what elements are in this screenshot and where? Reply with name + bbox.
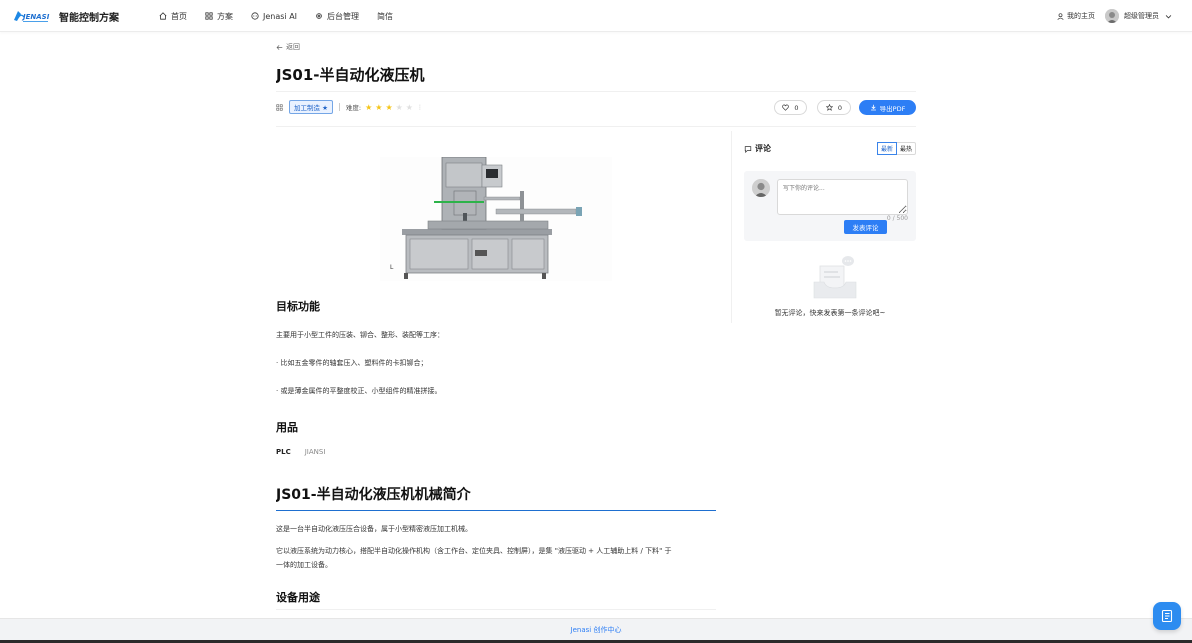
divider <box>276 91 916 92</box>
main-content: 返回 JS01-半自动化液压机 加工制造 ★ 难度: ★ ★ ★ ★ ★ ⋮ 0 0 导… <box>276 32 916 618</box>
tools-list: PLC JIANSI <box>276 448 339 456</box>
category-icon <box>276 103 283 111</box>
star-empty-icon: ★ <box>405 102 413 112</box>
nav-home-label: 首页 <box>171 11 187 21</box>
export-pdf-button[interactable]: 导出PDF <box>859 100 916 115</box>
footer: Jenasi 创作中心 <box>0 618 1192 640</box>
my-home-label: 我的主页 <box>1067 12 1095 20</box>
page-title: JS01-半自动化液压机 <box>276 66 425 84</box>
username[interactable]: 超级管理员 <box>1124 11 1159 21</box>
paragraph: · 比如五金零件的轴套压入、塑料件的卡扣铆合； <box>276 359 428 367</box>
meta-bar: 加工制造 ★ 难度: ★ ★ ★ ★ ★ ⋮ 0 0 导出PDF <box>276 100 916 115</box>
download-icon <box>870 104 876 111</box>
paragraph: 主要用于小型工件的压装、铆合、整形、装配等工序： <box>276 331 444 339</box>
category-tag-label: 加工制造 <box>294 104 320 112</box>
like-button[interactable]: 0 <box>774 100 807 115</box>
export-pdf-label: 导出PDF <box>879 104 906 113</box>
empty-inbox-icon <box>813 256 857 299</box>
heart-icon <box>782 104 790 111</box>
section-title: 用品 <box>276 421 298 434</box>
app-title: 智能控制方案 <box>59 13 119 24</box>
paragraph: 这是一台半自动化液压压合设备，属于小型精密液压加工机械。 <box>276 525 472 533</box>
top-navbar: JENASI 智能控制方案 首页 方案 Jenasi AI 后台管理 简信 我的… <box>0 0 1192 32</box>
nav-ai-label: Jenasi AI <box>263 11 298 21</box>
comments-header: 评论 <box>744 143 771 154</box>
comments-panel: 评论 最新 最热 0 / 500 发表评论 暂无评论，快来发表第一条评论吧~ <box>744 139 916 339</box>
back-label: 返回 <box>286 43 300 51</box>
nav-admin-label: 后台管理 <box>327 11 360 21</box>
my-home-link[interactable]: 我的主页 <box>1057 11 1095 21</box>
star-filled-icon: ★ <box>365 102 373 112</box>
section-title: 设备用途 <box>276 591 320 604</box>
empty-comments-text: 暂无评论，快来发表第一条评论吧~ <box>774 309 886 317</box>
sort-hot[interactable]: 最热 <box>897 143 915 154</box>
paragraph: 它以液压系统为动力核心，搭配半自动化操作机构（含工作台、定位夹具、控制屏），是集… <box>276 547 672 555</box>
user-area: 我的主页 超级管理员 <box>1057 0 1172 32</box>
sidebar-divider <box>731 131 732 323</box>
difficulty-label: 难度: <box>345 104 362 112</box>
char-counter: 0 / 500 <box>886 215 908 222</box>
sort-toggle: 最新 最热 <box>876 142 916 155</box>
comments-title: 评论 <box>755 144 771 153</box>
nav-solutions[interactable]: 方案 <box>205 11 233 22</box>
main-nav: 首页 方案 Jenasi AI 后台管理 简信 <box>159 0 411 32</box>
footer-link[interactable]: Jenasi 创作中心 <box>571 625 622 635</box>
intro-heading: JS01-半自动化液压机机械简介 <box>276 487 471 503</box>
tool-item: PLC <box>276 448 291 456</box>
section-title: 目标功能 <box>276 300 320 313</box>
arrow-left-icon <box>276 44 283 50</box>
nav-admin[interactable]: 后台管理 <box>315 11 359 22</box>
user-avatar[interactable] <box>1105 9 1119 23</box>
difficulty-stars: ★ ★ ★ ★ ★ <box>365 103 416 112</box>
article-body: L 目标功能 主要用于小型工件的压装、铆合、整形、装配等工序： · 比如五金零件… <box>276 127 716 618</box>
favorite-button[interactable]: 0 <box>817 100 851 115</box>
chevron-down-icon[interactable] <box>1165 13 1172 20</box>
user-icon <box>1057 12 1064 20</box>
comment-composer: 0 / 500 发表评论 <box>744 171 916 241</box>
comment-input[interactable] <box>777 179 908 215</box>
nav-messages-label: 简信 <box>377 11 394 21</box>
avatar <box>752 179 770 197</box>
category-tag[interactable]: 加工制造 ★ <box>289 100 333 114</box>
floating-notes-button[interactable] <box>1153 602 1181 630</box>
like-count: 0 <box>794 103 799 112</box>
nav-jenasi-ai[interactable]: Jenasi AI <box>251 12 297 21</box>
star-filled-icon: ★ <box>375 102 383 112</box>
submit-comment-button[interactable]: 发表评论 <box>844 220 887 234</box>
paragraph: · 或是薄金属件的平整度校正、小型组件的精准拼接。 <box>276 387 442 395</box>
machine-image: L <box>380 157 612 281</box>
grid-icon <box>205 12 213 20</box>
comment-icon <box>744 145 752 153</box>
heading-underline <box>276 510 716 511</box>
paragraph: 一体的加工设备。 <box>276 561 332 569</box>
favorite-count: 0 <box>837 103 843 112</box>
back-link[interactable]: 返回 <box>276 42 300 52</box>
star-divider: ⋮ <box>416 103 423 111</box>
nav-messages[interactable]: 简信 <box>377 11 393 22</box>
star-empty-icon: ★ <box>395 102 403 112</box>
tool-item: JIANSI <box>304 448 326 456</box>
home-icon <box>159 12 167 20</box>
notebook-icon <box>1161 609 1173 623</box>
sort-latest[interactable]: 最新 <box>876 142 897 155</box>
separator <box>338 103 340 111</box>
star-filled-icon: ★ <box>385 102 393 112</box>
divider <box>276 609 716 610</box>
nav-home[interactable]: 首页 <box>159 11 187 22</box>
jenasi-logo[interactable]: JENASI <box>12 8 50 24</box>
ai-icon <box>251 12 259 20</box>
gear-icon <box>316 13 322 19</box>
nav-solutions-label: 方案 <box>217 11 233 21</box>
svg-text:JENASI: JENASI <box>21 13 50 21</box>
star-outline-icon <box>825 104 833 111</box>
